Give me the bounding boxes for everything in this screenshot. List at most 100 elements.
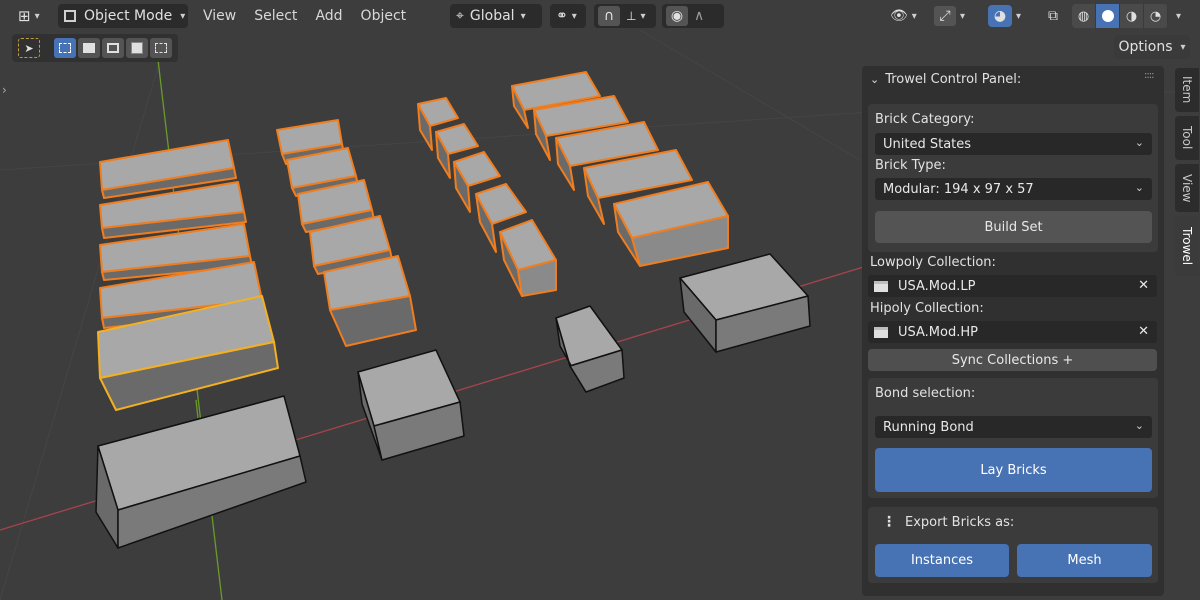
menu-add[interactable]: Add (306, 4, 351, 28)
material-shading-icon[interactable]: ◑ (1120, 4, 1144, 28)
snap-increment-icon[interactable]: ⊥ (626, 9, 636, 23)
overlays-controls[interactable]: ◕ ▾ (986, 4, 1034, 28)
orientation-dropdown[interactable]: ⌖ Global ▾ (450, 4, 542, 28)
viewport-header: ⊞ ▾ Object Mode ▾ View Select Add Object … (0, 0, 1200, 32)
chevron-down-icon: ▾ (34, 10, 40, 22)
chevron-down-icon: ▾ (1016, 10, 1022, 22)
menu-view[interactable]: View (194, 4, 245, 28)
mesh-button[interactable]: Mesh (1017, 544, 1152, 577)
xray-icon: ⧉ (1048, 8, 1058, 24)
brick-type-label: Brick Type: (875, 158, 946, 173)
options-label: Options (1118, 39, 1173, 55)
mode-label: Object Mode (84, 8, 173, 24)
hipoly-label: Hipoly Collection: (870, 301, 984, 316)
close-icon[interactable]: ✕ (1138, 324, 1149, 339)
selection-mode-group (54, 38, 172, 58)
brick-type-select[interactable]: Modular: 194 x 97 x 57 ⌄ (875, 178, 1152, 200)
brick-group-2[interactable] (276, 119, 417, 347)
mode-dropdown[interactable]: Object Mode ▾ (58, 4, 188, 28)
chevron-down-icon: ⌄ (1134, 419, 1144, 432)
visibility-dropdown[interactable]: 👁 ▾ (886, 4, 926, 28)
bond-select[interactable]: Running Bond ⌄ (875, 416, 1152, 438)
shading-options[interactable]: ▾ (1172, 4, 1192, 28)
gizmo-icon[interactable]: ⤢ (934, 6, 956, 26)
menu-select[interactable]: Select (245, 4, 306, 28)
select-subtract-icon[interactable] (102, 38, 124, 58)
lay-bricks-button[interactable]: Lay Bricks (875, 448, 1152, 492)
solid-shading-icon[interactable] (1096, 4, 1120, 28)
drag-handle-icon[interactable]: :::: (1144, 70, 1155, 81)
chevron-down-icon: ▾ (180, 10, 186, 22)
header-menus: View Select Add Object (194, 4, 415, 28)
brick-type-value: Modular: 194 x 97 x 57 (883, 181, 1034, 197)
overlays-icon[interactable]: ◕ (988, 5, 1012, 27)
tab-tool[interactable]: Tool (1175, 116, 1199, 160)
rendered-shading-icon[interactable]: ◔ (1144, 4, 1168, 28)
menu-object[interactable]: Object (352, 4, 416, 28)
panel-expand-arrow-icon[interactable]: › (2, 83, 7, 97)
snap-icon[interactable]: ∩ (598, 6, 620, 26)
brick-settings-box: Brick Category: United States ⌄ Brick Ty… (868, 104, 1158, 252)
tab-item-label: Item (1180, 76, 1194, 104)
select-intersect-icon[interactable] (150, 38, 172, 58)
tab-item[interactable]: Item (1175, 68, 1199, 112)
bond-label: Bond selection: (875, 386, 976, 401)
chevron-down-icon: ▾ (911, 10, 917, 22)
select-extend-icon[interactable] (78, 38, 100, 58)
proportional-edit-icon[interactable]: ◉ (666, 6, 688, 26)
chevron-down-icon: ▾ (1180, 41, 1186, 53)
editor-type-button[interactable]: ⊞ ▾ (12, 4, 48, 28)
falloff-icon[interactable]: ∧ (694, 8, 704, 24)
shading-modes: ◍ ◑ ◔ (1072, 4, 1168, 28)
options-dropdown[interactable]: Options ▾ (1114, 35, 1190, 59)
tab-trowel[interactable]: Trowel (1175, 216, 1199, 276)
chevron-down-icon: ▾ (571, 10, 577, 22)
chevron-down-icon: ▾ (520, 10, 526, 22)
hipoly-collection-field[interactable]: USA.Mod.HP ✕ (868, 321, 1157, 343)
brick-group-1[interactable] (99, 139, 265, 329)
tab-trowel-label: Trowel (1180, 226, 1194, 266)
object-mode-icon (64, 10, 76, 22)
build-set-button[interactable]: Build Set (875, 211, 1152, 243)
select-tool-icon[interactable]: ➤ (18, 38, 40, 58)
chevron-down-icon: ▾ (960, 10, 966, 22)
select-new-icon[interactable] (54, 38, 76, 58)
tab-view[interactable]: View (1175, 164, 1199, 212)
snap-controls[interactable]: ∩ ⊥ ▾ (594, 4, 656, 28)
proportional-editing[interactable]: ◉ ∧ (662, 4, 724, 28)
brick-group-4[interactable] (511, 71, 729, 267)
export-label: Export Bricks as: (905, 515, 1015, 530)
tab-tool-label: Tool (1180, 126, 1194, 150)
pivot-dropdown[interactable]: ⚭ ▾ (550, 4, 586, 28)
brick-category-label: Brick Category: (875, 112, 975, 127)
close-icon[interactable]: ✕ (1138, 278, 1149, 293)
collection-box-icon (874, 326, 888, 338)
panel-header[interactable]: ⌄ Trowel Control Panel: (870, 72, 1021, 87)
lowpoly-collection-field[interactable]: USA.Mod.LP ✕ (868, 275, 1157, 297)
wireframe-shading-icon[interactable]: ◍ (1072, 4, 1096, 28)
sync-collections-button[interactable]: Sync Collections + (868, 349, 1157, 371)
panel-title: Trowel Control Panel: (885, 72, 1022, 87)
bond-box: Bond selection: Running Bond ⌄ Lay Brick… (868, 378, 1158, 498)
y-axis-through-brick (195, 399, 199, 419)
brick-category-value: United States (883, 136, 972, 152)
more-vertical-icon[interactable]: ⋮ (882, 514, 896, 530)
export-box: ⋮ Export Bricks as: Instances Mesh (868, 507, 1158, 583)
gizmo-controls[interactable]: ⤢ ▾ (930, 4, 980, 28)
hipoly-value: USA.Mod.HP (898, 324, 978, 340)
trowel-panel: ⌄ Trowel Control Panel: :::: Brick Categ… (862, 66, 1164, 596)
tab-view-label: View (1180, 173, 1194, 203)
brick-category-select[interactable]: United States ⌄ (875, 133, 1152, 155)
chevron-down-icon: ⌄ (1134, 181, 1144, 194)
lowpoly-value: USA.Mod.LP (898, 278, 976, 294)
orientation-label: Global (469, 8, 515, 24)
bond-value: Running Bond (883, 419, 974, 435)
select-invert-icon[interactable] (126, 38, 148, 58)
eye-icon: 👁 (890, 8, 908, 24)
xray-toggle[interactable]: ⧉ (1040, 4, 1066, 28)
lowpoly-label: Lowpoly Collection: (870, 255, 996, 270)
collection-box-icon (874, 280, 888, 292)
chevron-down-icon[interactable]: ⌄ (870, 73, 879, 86)
chevron-down-icon: ▾ (640, 10, 646, 22)
instances-button[interactable]: Instances (875, 544, 1009, 577)
